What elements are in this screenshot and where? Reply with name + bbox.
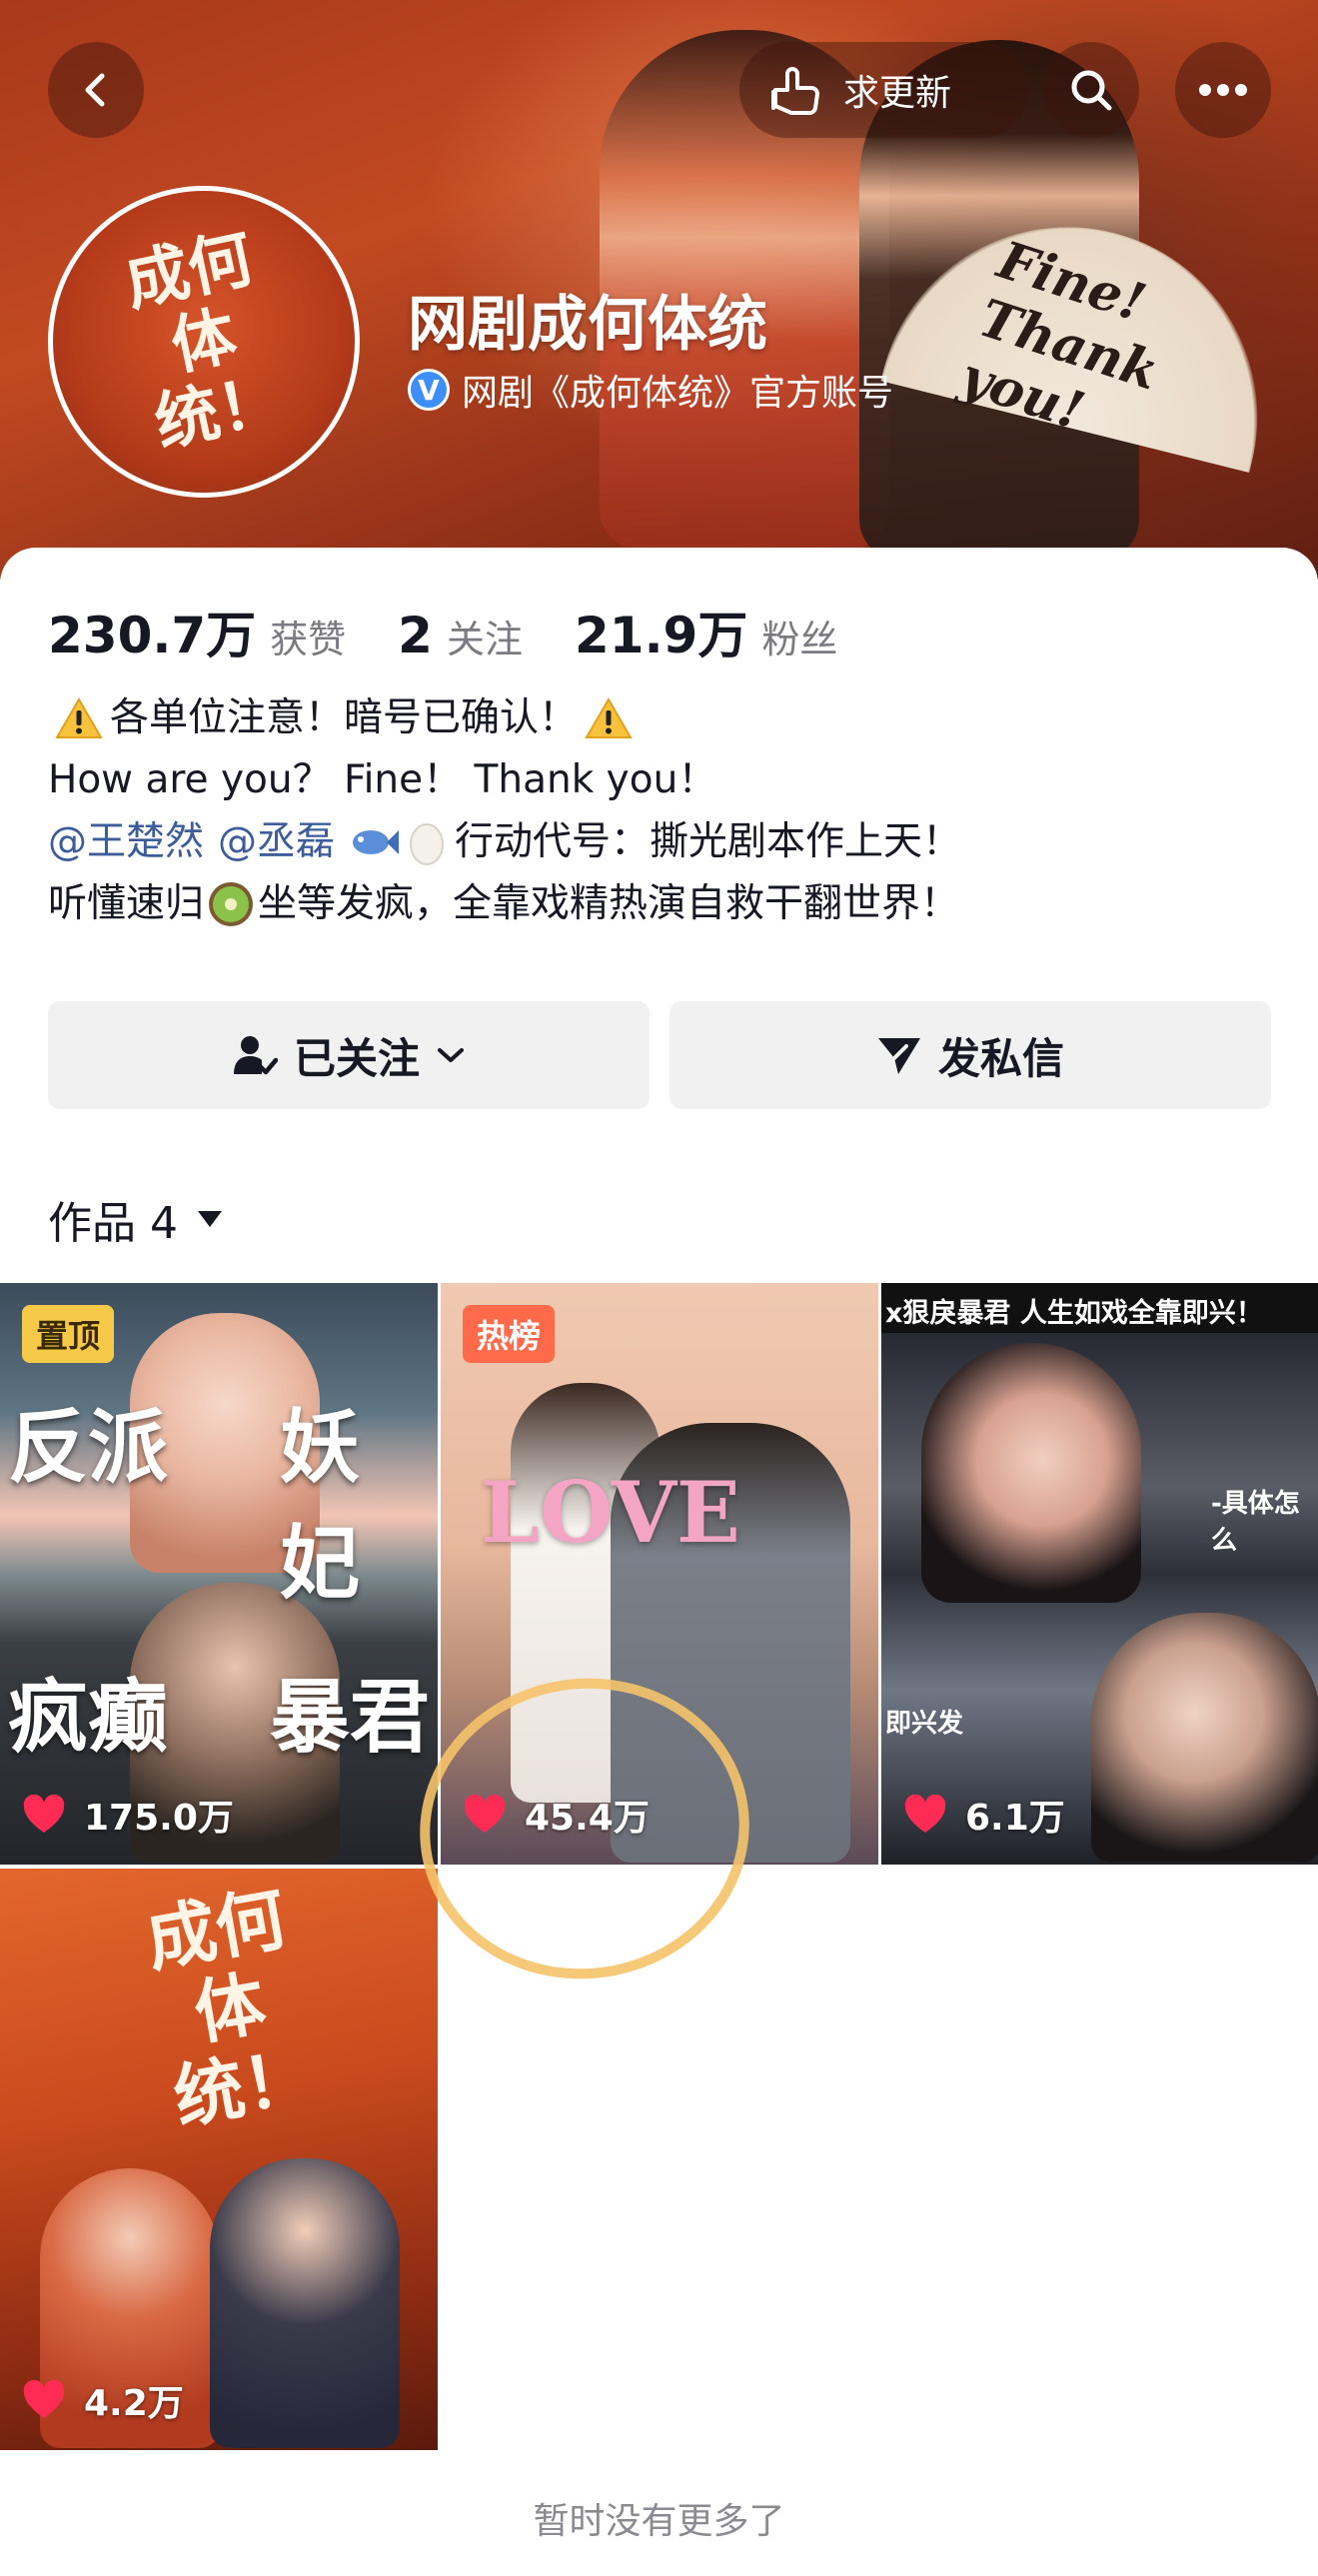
works-tab[interactable]: 作品 4 <box>48 1187 222 1251</box>
tile-actress-figure <box>921 1343 1141 1603</box>
tile-likes-count: 4.2万 <box>84 2383 184 2424</box>
tile-caption: 暴君 <box>270 1670 430 1764</box>
account-name: 网剧成何体统 <box>408 290 767 360</box>
bio-line-3: @王楚然 @丞磊 行动代号：撕光剧本作上天！ <box>48 811 1267 873</box>
hot-badge: 热榜 <box>463 1305 556 1363</box>
back-button[interactable] <box>48 42 144 138</box>
egg-emoji-icon <box>410 823 445 865</box>
tile-likes: 6.1万 <box>903 1789 1065 1841</box>
hand-pointer-icon <box>771 67 819 115</box>
caret-down-icon <box>197 1211 222 1227</box>
following-label: 已关注 <box>293 1033 420 1083</box>
stat-following-label: 关注 <box>446 618 523 661</box>
stats-row: 230.7万 获赞 2 关注 21.9万 粉丝 <box>48 596 889 667</box>
message-button[interactable]: 发私信 <box>669 1001 1271 1109</box>
tile-caption: 妖妃 <box>280 1400 360 1610</box>
more-button[interactable] <box>1175 42 1271 138</box>
stat-following-value: 2 <box>398 607 433 664</box>
tile-side-caption: 即兴发 <box>885 1709 964 1739</box>
stat-following[interactable]: 2 关注 <box>398 607 523 664</box>
message-label: 发私信 <box>937 1033 1064 1083</box>
mention-link[interactable]: @丞磊 <box>218 811 335 873</box>
request-update-label: 求更新 <box>843 73 952 114</box>
verification-row: V 网剧《成何体统》官方账号 <box>408 364 893 416</box>
heart-icon <box>23 1795 65 1833</box>
following-button[interactable]: 已关注 <box>48 1001 650 1109</box>
search-icon <box>1071 70 1112 111</box>
tile-sub-caption: -具体怎么 <box>1211 1489 1300 1556</box>
video-tile[interactable]: x狠戾暴君 人生如戏全靠即兴！ -具体怎么 即兴发 6.1万 <box>881 1283 1318 1865</box>
stat-likes-label: 获赞 <box>270 618 347 661</box>
warning-icon <box>54 695 104 741</box>
video-tile[interactable]: 置顶 反派 妖妃 疯癫 暴君 175.0万 <box>0 1283 438 1865</box>
bio-line-4a-text: 听懂速归 <box>48 881 205 926</box>
bio-line-1-text: 各单位注意！暗号已确认！ <box>110 695 579 740</box>
profile-bio: 各单位注意！暗号已确认！ How are you？ Fine！ Thank yo… <box>48 687 1267 935</box>
stat-followers-value: 21.9万 <box>574 607 748 664</box>
warning-icon <box>584 695 634 741</box>
tile-actor-figure <box>1091 1613 1318 1863</box>
tile-likes-count: 175.0万 <box>84 1798 234 1839</box>
tile-actor-figure <box>210 2158 400 2448</box>
verified-badge-icon: V <box>408 369 450 411</box>
mention-link[interactable]: @王楚然 <box>48 811 204 873</box>
works-tab-label: 作品 4 <box>48 1198 178 1249</box>
tile-likes: 175.0万 <box>22 1789 234 1841</box>
request-update-button[interactable]: 求更新 <box>739 42 1029 138</box>
action-buttons: 已关注 发私信 <box>48 1001 1271 1109</box>
video-tile[interactable]: 成何体统！ 4.2万 <box>0 1869 438 2450</box>
tile-overlay-text: LOVE <box>481 1463 740 1562</box>
verification-text: 网剧《成何体统》官方账号 <box>462 373 894 414</box>
tile-title-calligraphy: 成何体统！ <box>139 1876 320 2140</box>
send-icon <box>877 1038 920 1074</box>
pinned-badge: 置顶 <box>22 1305 115 1363</box>
tile-caption: 疯癫 <box>8 1670 168 1764</box>
stat-followers[interactable]: 21.9万 粉丝 <box>575 596 837 667</box>
profile-avatar[interactable]: 成何体统！ <box>48 186 360 498</box>
fish-emoji-icon <box>353 830 400 854</box>
kiwi-emoji-icon <box>209 882 254 926</box>
chevron-down-icon <box>438 1048 464 1062</box>
bio-line-4b-text: 坐等发疯，全靠戏精热演自救干翻世界！ <box>258 881 960 926</box>
bio-line-3-text: 行动代号：撕光剧本作上天！ <box>455 819 962 864</box>
chevron-left-icon <box>85 73 105 107</box>
tile-caption: 反派 <box>8 1400 168 1494</box>
stat-likes[interactable]: 230.7万 获赞 <box>48 596 346 667</box>
user-check-icon <box>233 1036 278 1075</box>
bio-line-4: 听懂速归 坐等发疯，全靠戏精热演自救干翻世界！ <box>48 873 1267 935</box>
tile-likes: 4.2万 <box>22 2374 184 2426</box>
bio-line-2-text: How are you？ Fine！ Thank you！ <box>48 757 717 802</box>
stat-likes-value: 230.7万 <box>48 607 257 664</box>
search-button[interactable] <box>1043 42 1139 138</box>
bio-line-2: How are you？ Fine！ Thank you！ <box>48 749 1267 811</box>
stat-followers-label: 粉丝 <box>761 618 838 661</box>
heart-icon <box>23 2380 65 2418</box>
bio-line-1: 各单位注意！暗号已确认！ <box>48 687 1267 749</box>
tile-top-caption: x狠戾暴君 人生如戏全靠即兴！ <box>881 1283 1318 1333</box>
avatar-calligraphy: 成何体统！ <box>118 221 290 462</box>
heart-icon <box>904 1795 946 1833</box>
no-more-content: 暂时没有更多了 <box>533 2501 785 2542</box>
more-dots-icon <box>1199 84 1247 96</box>
tile-likes-count: 6.1万 <box>965 1798 1065 1839</box>
